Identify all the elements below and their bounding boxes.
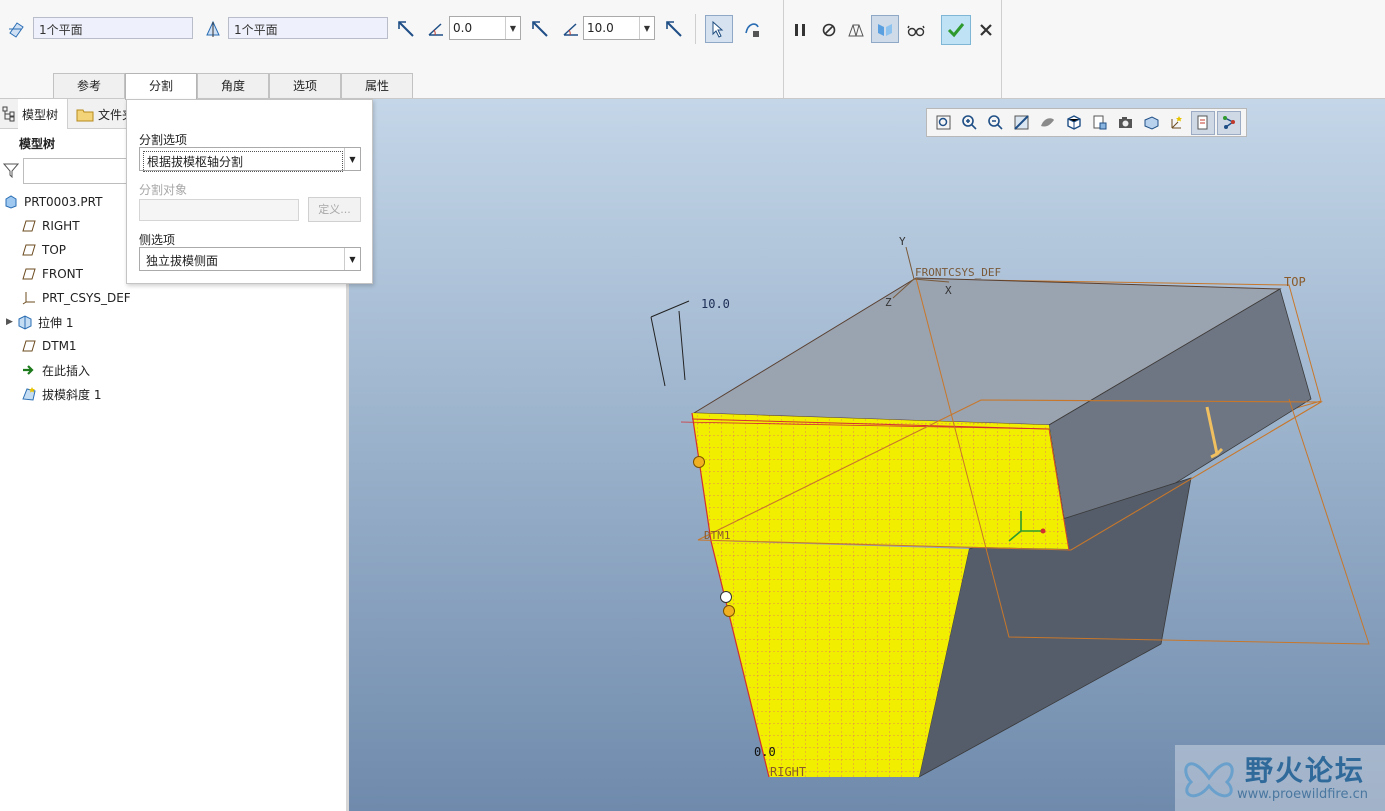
tab-options[interactable]: 选项 <box>269 73 341 98</box>
tree-item-dtm1[interactable]: DTM1 <box>20 335 77 357</box>
define-button[interactable]: 定义... <box>308 197 361 222</box>
chevron-down-icon[interactable]: ▼ <box>639 17 654 39</box>
graphics-window[interactable]: Y X Z FRONTCSYS_DEF TOP RIGHT DTM1 10.0 … <box>349 99 1385 811</box>
split-options-select[interactable]: 根据拔模枢轴分割 ▼ <box>139 147 361 172</box>
filter-icon[interactable] <box>2 162 20 181</box>
side-options-label: 侧选项 <box>139 233 176 247</box>
draft-hinge-icon[interactable] <box>201 17 225 41</box>
angle1-combo[interactable]: 0.0 ▼ <box>449 16 521 40</box>
flip-angle1-icon[interactable] <box>528 17 552 41</box>
cancel-close-icon[interactable] <box>974 18 998 42</box>
angle-dimension-top[interactable]: 10.0 <box>701 297 730 311</box>
coordinate-system-icon <box>20 289 38 307</box>
split-options-label: 分割选项 <box>139 133 188 147</box>
tree-item-draft[interactable]: 拔模斜度 1 <box>20 383 101 405</box>
tree-item-label: DTM1 <box>42 339 77 353</box>
drag-handle[interactable] <box>693 456 705 468</box>
side-options-select[interactable]: 独立拔模侧面 ▼ <box>139 247 361 271</box>
tab-model-tree[interactable]: 模型树 <box>18 99 68 129</box>
datum-plane-icon <box>20 265 38 283</box>
angle2-icon <box>559 17 583 41</box>
watermark-title: 野火论坛 <box>1245 754 1366 787</box>
model-scene[interactable]: Y X Z FRONTCSYS_DEF TOP RIGHT DTM1 10.0 … <box>349 99 1385 811</box>
split-object-field <box>139 199 299 221</box>
tree-item-insert-here[interactable]: 在此插入 <box>20 359 90 381</box>
split-options-panel: 分割选项 根据拔模枢轴分割 ▼ 分割对象 定义... 侧选项 独立拔模侧面 ▼ <box>126 99 373 284</box>
tree-item-label: 拔模斜度 1 <box>42 387 102 402</box>
angle-dimension-bottom[interactable]: 0.0 <box>754 745 776 759</box>
tree-item-label: RIGHT <box>42 219 80 233</box>
select-pivot-icon[interactable] <box>705 15 733 43</box>
tree-item-part[interactable]: PRT0003.PRT <box>2 191 102 213</box>
x-axis-label: X <box>945 284 952 297</box>
watermark-url: www.proewildfire.cn <box>1237 787 1368 802</box>
forum-watermark: 野火论坛 www.proewildfire.cn <box>1175 745 1385 811</box>
split1-reference-field[interactable]: 1个平面 <box>33 17 193 39</box>
side-options-value: 独立拔模侧面 <box>146 254 219 268</box>
tree-item-csys[interactable]: PRT_CSYS_DEF <box>20 287 131 309</box>
draft-dashboard: 1个平面 1个平面 0.0 ▼ 10.0 ▼ 参考 分割 角度 选项 属性 <box>0 0 1385 100</box>
tree-search-input[interactable] <box>23 158 133 184</box>
verify-mode-icon[interactable] <box>871 15 899 43</box>
split-object-label: 分割对象 <box>139 183 188 197</box>
butterfly-logo-icon <box>1184 762 1234 798</box>
flip-direction1-icon[interactable] <box>394 17 418 41</box>
model-tree-icon <box>2 106 16 125</box>
model-tree-header: 模型树 <box>19 137 56 151</box>
csys-label: FRONTCSYS_DEF <box>915 266 1001 279</box>
drag-handle-white[interactable] <box>720 591 732 603</box>
tree-item-label: FRONT <box>42 267 83 281</box>
tree-item-top[interactable]: TOP <box>20 239 66 261</box>
z-axis-label: Z <box>885 296 892 309</box>
part-icon <box>2 193 20 211</box>
split-options-value: 根据拔模枢轴分割 <box>143 151 343 172</box>
glasses-icon[interactable] <box>904 18 928 42</box>
folder-icon <box>76 106 94 125</box>
no-preview-icon[interactable] <box>817 18 841 42</box>
insert-arrow-icon <box>20 361 38 379</box>
tree-item-extrude[interactable]: ▶ 拉伸 1 <box>6 311 73 333</box>
tree-item-front[interactable]: FRONT <box>20 263 83 285</box>
angle1-value: 0.0 <box>453 21 473 35</box>
drag-handle[interactable] <box>723 605 735 617</box>
chevron-down-icon[interactable]: ▼ <box>505 17 520 39</box>
datum-plane-icon <box>20 241 38 259</box>
confirm-check-icon[interactable] <box>941 15 971 45</box>
tree-item-label: PRT_CSYS_DEF <box>42 291 131 305</box>
tree-item-label: TOP <box>42 243 67 257</box>
tree-item-right[interactable]: RIGHT <box>20 215 80 237</box>
y-axis-label: Y <box>899 235 906 248</box>
angle2-value: 10.0 <box>587 21 614 35</box>
tab-folder-browser[interactable]: 文件夹 <box>94 99 128 129</box>
expand-arrow-icon[interactable]: ▶ <box>6 317 16 327</box>
extrude-icon <box>16 313 34 331</box>
draft-feature-icon <box>20 385 38 403</box>
top-plane-label: TOP <box>1284 275 1306 289</box>
right-plane-label: RIGHT <box>770 765 806 779</box>
angle-dimension-lines <box>650 300 690 387</box>
draft-surface-icon[interactable] <box>5 17 29 41</box>
dashboard-controls <box>783 0 1002 98</box>
angle2-combo[interactable]: 10.0 ▼ <box>583 16 655 40</box>
preview-geometry-icon[interactable] <box>844 18 868 42</box>
divider <box>695 14 696 44</box>
tab-split[interactable]: 分割 <box>125 73 197 100</box>
split2-reference-field[interactable]: 1个平面 <box>228 17 388 39</box>
chevron-down-icon[interactable]: ▼ <box>344 148 360 170</box>
flip-angle2-icon[interactable] <box>662 17 686 41</box>
tree-item-label: PRT0003.PRT <box>24 195 103 209</box>
datum-plane-icon <box>20 217 38 235</box>
extend-intersect-icon[interactable] <box>740 17 764 41</box>
tree-item-label: 拉伸 1 <box>38 315 74 330</box>
tab-properties[interactable]: 属性 <box>341 73 413 98</box>
tree-item-label: 在此插入 <box>42 363 91 378</box>
pause-icon[interactable] <box>788 18 812 42</box>
dashboard-inputs: 1个平面 1个平面 0.0 ▼ 10.0 ▼ 参考 分割 角度 选项 属性 <box>0 0 783 100</box>
tab-angles[interactable]: 角度 <box>197 73 269 98</box>
tab-references[interactable]: 参考 <box>53 73 125 98</box>
datum-plane-icon <box>20 337 38 355</box>
angle1-icon <box>424 17 448 41</box>
dtm1-label: DTM1 <box>704 529 731 542</box>
chevron-down-icon[interactable]: ▼ <box>344 248 360 270</box>
